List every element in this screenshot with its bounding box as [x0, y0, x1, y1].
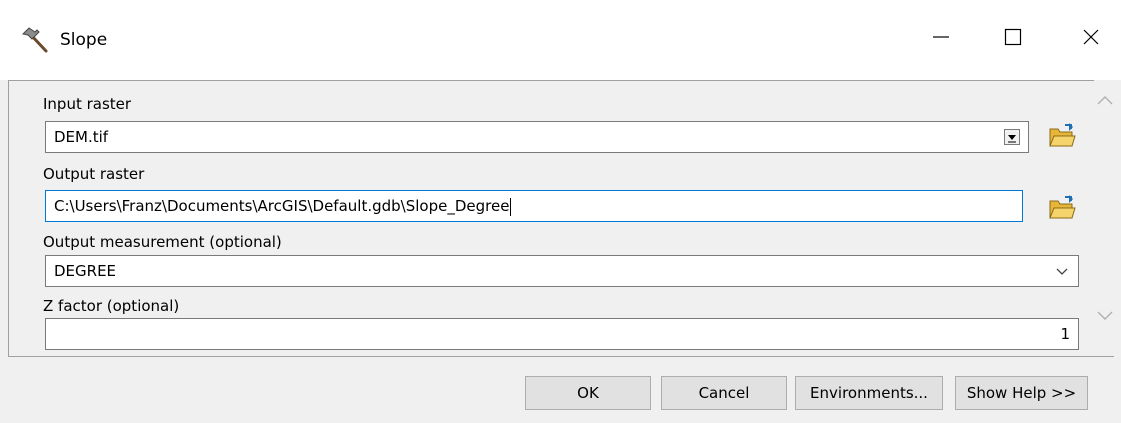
- browse-output-raster-button[interactable]: [1045, 191, 1079, 225]
- hammer-icon: [20, 24, 50, 54]
- output-raster-input[interactable]: C:\Users\Franz\Documents\ArcGIS\Default.…: [45, 190, 1023, 222]
- input-raster-value: DEM.tif: [54, 128, 109, 146]
- window-title: Slope: [60, 30, 108, 50]
- ok-button[interactable]: OK: [525, 376, 651, 410]
- chevron-up-icon: [1097, 96, 1113, 105]
- output-raster-label: Output raster: [43, 165, 145, 183]
- minimize-button[interactable]: [918, 14, 964, 60]
- close-icon: [1083, 29, 1099, 45]
- browse-input-raster-button[interactable]: [1045, 119, 1079, 153]
- input-raster-combobox[interactable]: DEM.tif: [45, 121, 1029, 153]
- close-button[interactable]: [1068, 14, 1114, 60]
- maximize-icon: [1004, 28, 1022, 46]
- chevron-down-icon: [1004, 129, 1020, 145]
- open-folder-icon: [1049, 195, 1076, 219]
- title-bar[interactable]: Slope: [0, 0, 1121, 80]
- maximize-button[interactable]: [990, 14, 1036, 60]
- minimize-icon: [933, 36, 949, 38]
- vertical-scrollbar[interactable]: [1096, 80, 1114, 356]
- chevron-down-icon: [1056, 268, 1068, 275]
- parameters-panel: Input raster DEM.tif Output raster C:\Us…: [8, 80, 1094, 357]
- show-help-button[interactable]: Show Help >>: [955, 376, 1088, 410]
- dropdown-button[interactable]: [1052, 256, 1072, 286]
- output-raster-value: C:\Users\Franz\Documents\ArcGIS\Default.…: [54, 197, 510, 215]
- environments-button[interactable]: Environments...: [795, 376, 943, 410]
- z-factor-input[interactable]: 1: [45, 318, 1079, 350]
- footer-divider: [8, 356, 1114, 357]
- z-factor-label: Z factor (optional): [43, 297, 180, 315]
- output-measurement-select[interactable]: DEGREE: [45, 255, 1079, 287]
- dialog-client-area: Input raster DEM.tif Output raster C:\Us…: [8, 80, 1114, 420]
- chevron-down-icon: [1097, 311, 1113, 320]
- input-raster-label: Input raster: [43, 95, 132, 113]
- dropdown-button[interactable]: [1002, 122, 1022, 152]
- output-measurement-label: Output measurement (optional): [43, 233, 282, 251]
- slope-dialog: Slope Input raster DEM.tif Output raster…: [0, 0, 1121, 423]
- open-folder-icon: [1049, 123, 1076, 147]
- output-measurement-value: DEGREE: [54, 262, 117, 280]
- text-cursor: [510, 197, 512, 216]
- z-factor-value: 1: [1060, 325, 1070, 343]
- cancel-button[interactable]: Cancel: [661, 376, 787, 410]
